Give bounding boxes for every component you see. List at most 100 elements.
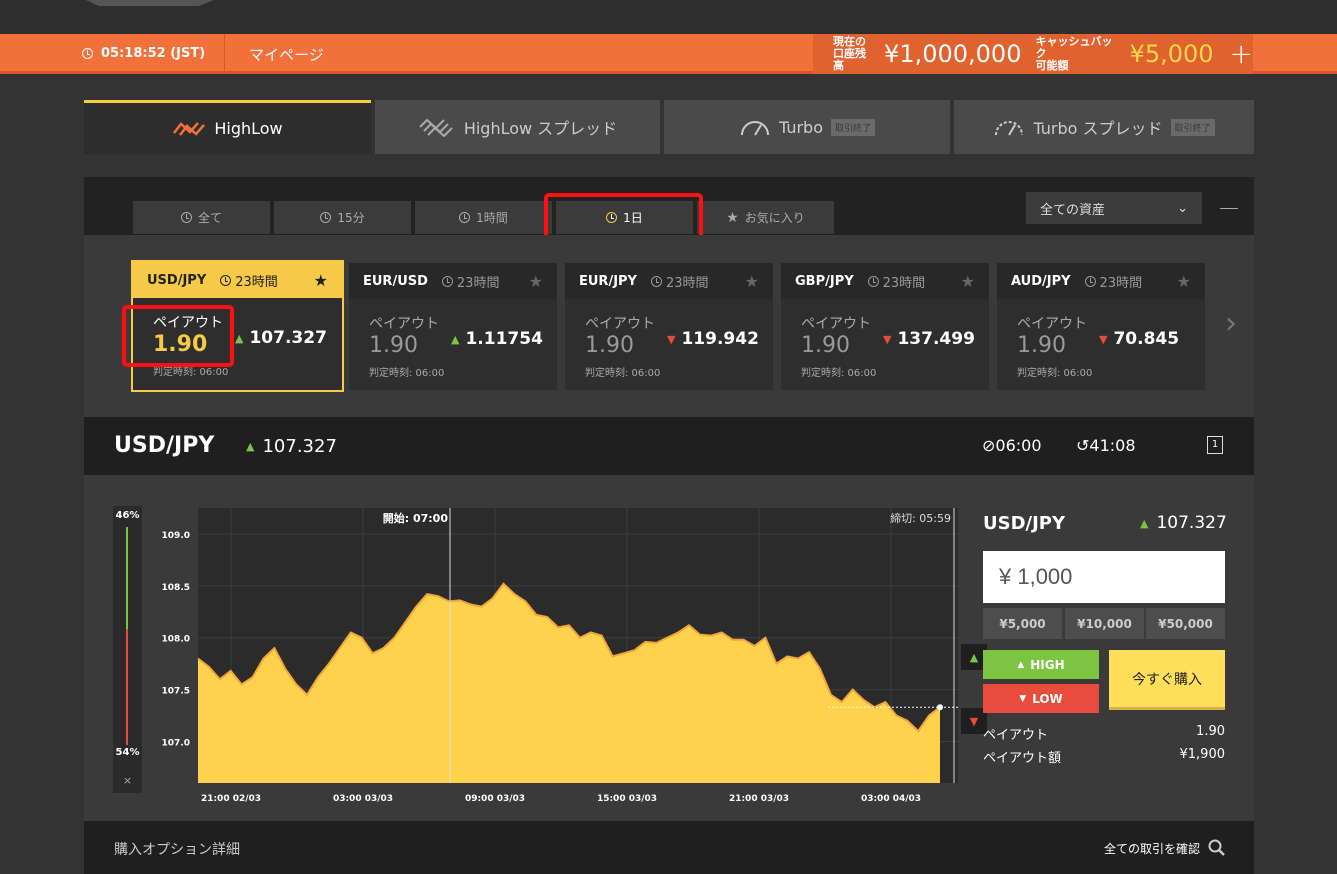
star-icon[interactable]: ★ — [961, 272, 975, 291]
balance-label: 現在の 口座残高 — [833, 35, 866, 72]
asset-card[interactable]: EUR/JPY 23時間 ★ ペイアウト 1.90 ▼ 119.942 判定時刻: 06:00 — [565, 263, 773, 390]
quick-amount-10000[interactable]: ¥10,000 — [1065, 608, 1144, 639]
countdown-value: 41:08 — [1089, 436, 1136, 455]
tab-highlow-spread[interactable]: HighLow スプレッド — [375, 100, 660, 154]
filter-label: 全て — [197, 211, 222, 225]
card-time-value: 23時間 — [882, 275, 926, 291]
card-deadline: 判定時刻: 06:00 — [1017, 368, 1093, 379]
balance-box: 現在の 口座残高 ¥1,000,000 キャッシュバック 可能額 ¥5,000 + — [813, 34, 1253, 74]
up-arrow-icon: ▲ — [235, 331, 244, 345]
quick-amount-50000[interactable]: ¥50,000 — [1146, 608, 1225, 639]
tab-label: Turbo スプレッド — [1033, 119, 1163, 138]
close-time-value: 06:00 — [995, 436, 1042, 455]
current-point — [937, 704, 943, 711]
mypage-link[interactable]: マイページ — [249, 44, 324, 65]
asset-card[interactable]: GBP/JPY 23時間 ★ ペイアウト 1.90 ▼ 137.499 判定時刻: 06:00 — [781, 263, 989, 390]
star-icon[interactable]: ★ — [529, 272, 543, 291]
up-arrow-icon: ▲ — [451, 332, 460, 346]
highlow-icon — [173, 121, 206, 136]
asset-card[interactable]: AUD/JPY 23時間 ★ ペイアウト 1.90 ▼ 70.845 判定時刻: 06:00 — [997, 263, 1205, 390]
x-tick-label: 03:00 04/03 — [861, 794, 921, 804]
card-payout: 1.90 — [585, 333, 634, 358]
card-time-value: 23時間 — [235, 274, 278, 290]
all-trades-link[interactable]: 全ての取引を確認 — [1104, 839, 1226, 857]
tab-label: Turbo — [778, 117, 823, 137]
card-payout-label: ペイアウト — [369, 316, 439, 332]
star-icon[interactable]: ★ — [1177, 272, 1191, 291]
card-pair: AUD/JPY — [1011, 273, 1071, 289]
card-pair: GBP/JPY — [795, 273, 854, 289]
chevron-right-icon[interactable]: › — [1225, 306, 1237, 341]
divider — [224, 34, 225, 74]
spread-icon — [419, 118, 453, 137]
up-arrow-icon: ▲ — [246, 440, 255, 453]
quick-amount-5000[interactable]: ¥5,000 — [983, 608, 1062, 639]
filter-15min[interactable]: 15分 — [274, 201, 411, 234]
card-deadline: 判定時刻: 06:00 — [369, 368, 445, 379]
card-pair: EUR/USD — [363, 273, 428, 289]
card-rate-value: 119.942 — [681, 329, 759, 349]
clock-icon — [441, 275, 453, 287]
options-bar — [84, 821, 1254, 874]
one-click-icon[interactable]: 1 — [1207, 436, 1223, 454]
up-arrow-icon: ▲ — [1017, 659, 1025, 670]
card-pair: EUR/JPY — [579, 273, 637, 289]
tab-label: HighLow — [214, 119, 283, 138]
card-payout: 1.90 — [1017, 333, 1066, 358]
clock-icon — [650, 275, 662, 287]
clock-icon — [867, 275, 879, 287]
low-button[interactable]: ▼ LOW — [983, 684, 1099, 713]
card-rate: ▼ 137.499 — [883, 329, 975, 349]
card-payout-label: ペイアウト — [1017, 316, 1087, 332]
collapse-icon[interactable] — [1220, 208, 1238, 209]
card-time: 23時間 — [867, 272, 926, 291]
card-deadline: 判定時刻: 06:00 — [801, 368, 877, 379]
card-rate-value: 70.845 — [1113, 329, 1180, 349]
buy-now-button[interactable]: 今すぐ購入 — [1109, 650, 1225, 710]
start-label: 開始: 07:00 — [383, 511, 449, 525]
trade-rate-value: 107.327 — [1156, 513, 1227, 533]
tab-turbo[interactable]: Turbo 取引終了 — [664, 100, 950, 154]
payout-value: 1.90 — [1196, 724, 1225, 739]
close-icon[interactable]: × — [113, 770, 142, 792]
x-tick-label: 15:00 03/03 — [597, 794, 657, 804]
filter-label: お気に入り — [744, 211, 805, 225]
plus-icon[interactable]: + — [1230, 40, 1253, 68]
x-tick-label: 21:00 03/03 — [729, 794, 789, 804]
clock-icon — [459, 212, 471, 223]
card-time: 23時間 — [441, 272, 499, 291]
asset-card[interactable]: EUR/USD 23時間 ★ ペイアウト 1.90 ▲ 1.11754 判定時刻: 06:00 — [349, 263, 557, 390]
filter-all[interactable]: 全て — [133, 201, 270, 234]
price-chart[interactable]: 109.0 108.5 108.0 107.5 107.0 開始: 07:00 締切: 05… — [143, 503, 958, 808]
amount-input[interactable] — [983, 551, 1225, 603]
card-time-value: 23時間 — [665, 275, 709, 291]
highlight-box — [122, 305, 234, 367]
asset-select[interactable]: 全ての資産 ⌄ — [1026, 192, 1202, 224]
buy-options-title: 購入オプション詳細 — [114, 842, 240, 858]
closed-badge: 取引終了 — [831, 118, 876, 136]
high-button[interactable]: ▲ HIGH — [983, 650, 1099, 679]
sentiment-low: 54% — [115, 747, 140, 758]
speedometer-icon — [995, 121, 1024, 136]
clock-text: 05:18:52 (JST) — [101, 46, 206, 61]
card-time-value: 23時間 — [1099, 275, 1143, 291]
tab-turbo-spread[interactable]: Turbo スプレッド 取引終了 — [954, 100, 1254, 154]
clock-icon — [320, 212, 332, 223]
balance-value: ¥1,000,000 — [884, 40, 1022, 68]
y-tick-label: 108.0 — [162, 635, 190, 645]
card-time: 23時間 — [1084, 272, 1143, 291]
sentiment-high-bar — [126, 527, 128, 629]
y-tick-label: 108.5 — [162, 583, 190, 593]
filter-1hour[interactable]: 1時間 — [415, 201, 552, 234]
star-icon[interactable]: ★ — [314, 271, 328, 290]
speedometer-icon — [740, 121, 769, 136]
tab-highlow[interactable]: HighLow — [84, 100, 371, 154]
filter-favorites[interactable]: ★ お気に入り — [697, 201, 834, 234]
card-time: 23時間 — [220, 271, 278, 290]
card-rate: ▼ 119.942 — [667, 329, 759, 349]
filter-label: 15分 — [337, 211, 365, 225]
card-header: GBP/JPY 23時間 ★ — [781, 263, 989, 299]
star-icon[interactable]: ★ — [745, 272, 759, 291]
card-rate-value: 1.11754 — [465, 329, 543, 349]
chevron-down-icon: ⌄ — [1177, 200, 1188, 216]
